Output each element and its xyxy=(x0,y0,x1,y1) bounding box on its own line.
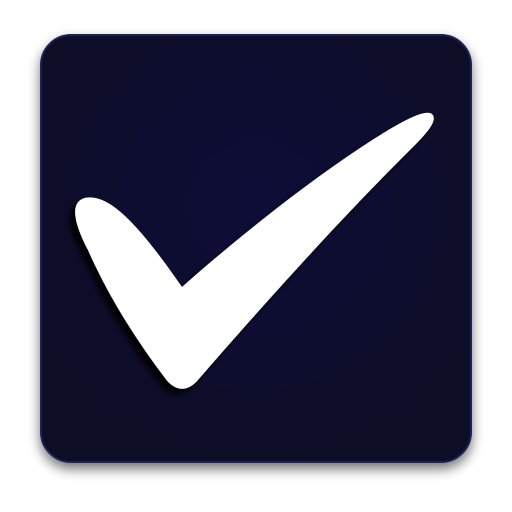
app-icon[interactable] xyxy=(0,0,512,512)
checkbox-icon-graphic xyxy=(40,34,472,463)
